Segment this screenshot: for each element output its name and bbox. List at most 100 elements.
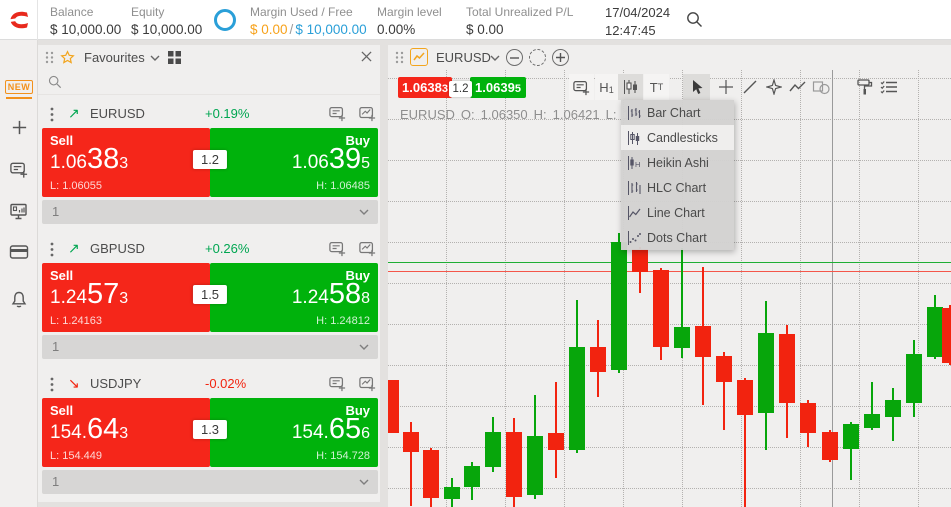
sidebar-new-order-button[interactable] <box>0 160 38 179</box>
balance-value: $ 10,000.00 <box>50 22 122 37</box>
account-summary-bar: Balance $ 10,000.00 Equity $ 10,000.00 M… <box>0 0 951 40</box>
chart-type-button[interactable] <box>618 74 643 100</box>
text-tool-sub: T <box>657 82 664 92</box>
chart-type-menu-item[interactable]: HLC Chart <box>621 175 734 200</box>
chevron-down-icon[interactable] <box>150 55 160 61</box>
sidebar-copy-trading-button[interactable] <box>0 202 38 221</box>
text-tool-button[interactable]: TT <box>644 74 669 100</box>
sell-button[interactable]: Sell 1.24 57 3 L: 1.24163 <box>42 263 210 332</box>
chevron-down-icon[interactable] <box>490 55 500 61</box>
new-order-button[interactable] <box>328 375 347 397</box>
daily-change: +0.19% <box>205 106 250 121</box>
buy-button[interactable]: Buy 1.24 58 8 H: 1.24812 <box>210 263 378 332</box>
buy-button[interactable]: Buy 154. 65 6 H: 154.728 <box>210 398 378 467</box>
price-big: 65 <box>328 413 362 445</box>
sell-price: 1.24 57 3 <box>50 280 128 309</box>
chart-buy-badge[interactable]: 1.06395 <box>470 77 526 98</box>
spread-badge: 1.5 <box>192 285 228 304</box>
price-buttons: Sell 1.06 38 3 L: 1.06055 Buy 1.06 39 5 H: 1… <box>42 128 378 197</box>
grid-view-icon[interactable] <box>168 51 181 64</box>
global-search-button[interactable] <box>686 11 703 33</box>
watchlist-search-row[interactable] <box>38 70 380 95</box>
sidebar-notifications-button[interactable] <box>0 290 38 310</box>
equity-label: Equity <box>131 5 165 19</box>
watchlist-panel: Favourites ↗ EURUSD +0.19% Sell 1.06 38 3 <box>38 45 380 502</box>
shapes-tool-button[interactable] <box>808 74 833 100</box>
ctrader-logo-icon <box>7 11 28 29</box>
chart-type-menu-item[interactable]: Line Chart <box>621 200 734 225</box>
menu-item-label: Bar Chart <box>647 105 701 120</box>
watchlist-title[interactable]: Favourites <box>84 50 145 65</box>
sidebar-payments-button[interactable] <box>0 244 38 260</box>
chart-type-menu-item[interactable]: H Heikin Ashi <box>621 150 734 175</box>
price-big: 64 <box>86 413 120 445</box>
sell-button[interactable]: Sell 154. 64 3 L: 154.449 <box>42 398 210 467</box>
card-header: ↗ GBPUSD +0.26% <box>42 235 378 263</box>
crosshair-tool-button[interactable] <box>713 74 738 100</box>
quantity-dropdown[interactable]: 1 <box>42 470 378 494</box>
candle-body <box>403 432 419 452</box>
new-order-button[interactable] <box>328 240 347 262</box>
chart-sell-badge[interactable]: 1.06383 <box>398 77 452 98</box>
day-high: H: 1.24812 <box>316 315 370 327</box>
open-chart-button[interactable] <box>358 105 377 127</box>
ohlc-readout: EURUSD O:1.06350 H:1.06421 L:1.0 <box>400 107 641 122</box>
drag-handle-icon[interactable] <box>45 51 54 64</box>
symbol-name[interactable]: GBPUSD <box>90 241 145 256</box>
quantity-value: 1 <box>52 474 60 489</box>
chart-panel: EURUSD 1.06383 1.2 1.06395 H1 TT EURUSD … <box>388 45 951 507</box>
close-panel-icon[interactable] <box>361 51 372 62</box>
open-chart-button[interactable] <box>358 240 377 262</box>
crosshair-icon <box>718 80 733 94</box>
timeframe-main: H <box>599 79 609 95</box>
symbol-name[interactable]: EURUSD <box>90 106 145 121</box>
badge-price-pip: 3 <box>441 83 448 95</box>
kebab-menu-icon[interactable] <box>50 107 54 122</box>
chart-symbol-selector[interactable]: EURUSD <box>436 50 491 65</box>
drag-handle-icon[interactable] <box>395 51 404 64</box>
candle-body <box>569 347 585 450</box>
annotation-tool-button[interactable] <box>761 74 786 100</box>
sell-button[interactable]: Sell 1.06 38 3 L: 1.06055 <box>42 128 210 197</box>
quantity-dropdown[interactable]: 1 <box>42 335 378 359</box>
kebab-menu-icon[interactable] <box>50 377 54 392</box>
cursor-tool-button[interactable] <box>683 74 710 100</box>
quantity-value: 1 <box>52 204 60 219</box>
kebab-menu-icon[interactable] <box>50 242 54 257</box>
price-pip: 3 <box>119 155 129 172</box>
candle-wick <box>555 382 557 478</box>
equity-value: $ 10,000.00 <box>131 22 203 37</box>
candle-body <box>632 249 648 272</box>
gridline-horizontal <box>388 447 951 448</box>
symbol-name[interactable]: USDJPY <box>90 376 141 391</box>
chart-type-menu: Bar Chart Candlesticks H Heikin Ashi HLC … <box>621 100 734 250</box>
chart-type-menu-item[interactable]: Dots Chart <box>621 225 734 250</box>
chart-type-menu-item[interactable]: Bar Chart <box>621 100 734 125</box>
quantity-dropdown[interactable]: 1 <box>42 200 378 224</box>
hlc-chart-icon <box>628 180 641 195</box>
new-order-button[interactable] <box>328 105 347 127</box>
candle-body <box>548 433 564 450</box>
candlesticks-icon <box>623 80 637 94</box>
timeframe-button[interactable]: H1 <box>595 74 618 100</box>
create-order-button[interactable] <box>569 74 594 100</box>
trend-line-icon <box>743 80 756 94</box>
chart-plot[interactable]: 1.06383 1.2 1.06395 H1 TT EURUSD O: 1.063… <box>388 70 951 507</box>
bid-price-line <box>388 271 951 272</box>
clock-block: 17/04/2024 12:47:45 <box>605 5 670 38</box>
chart-style-button[interactable] <box>852 74 877 100</box>
sidebar-new-badge[interactable]: NEW <box>0 80 38 99</box>
indicators-button[interactable] <box>785 74 810 100</box>
margin-level-block: Margin level 0.00% <box>377 5 442 37</box>
open-chart-button[interactable] <box>358 375 377 397</box>
auto-scale-button[interactable] <box>529 49 546 66</box>
chart-settings-button[interactable] <box>876 74 901 100</box>
candle-body <box>444 487 460 499</box>
zoom-in-button[interactable] <box>552 49 569 66</box>
zoom-out-button[interactable] <box>506 49 523 66</box>
trendline-tool-button[interactable] <box>737 74 762 100</box>
buy-button[interactable]: Buy 1.06 39 5 H: 1.06485 <box>210 128 378 197</box>
chart-type-menu-item[interactable]: Candlesticks <box>621 125 734 150</box>
price-base: 154. <box>50 422 87 443</box>
sidebar-add-button[interactable] <box>0 118 38 137</box>
